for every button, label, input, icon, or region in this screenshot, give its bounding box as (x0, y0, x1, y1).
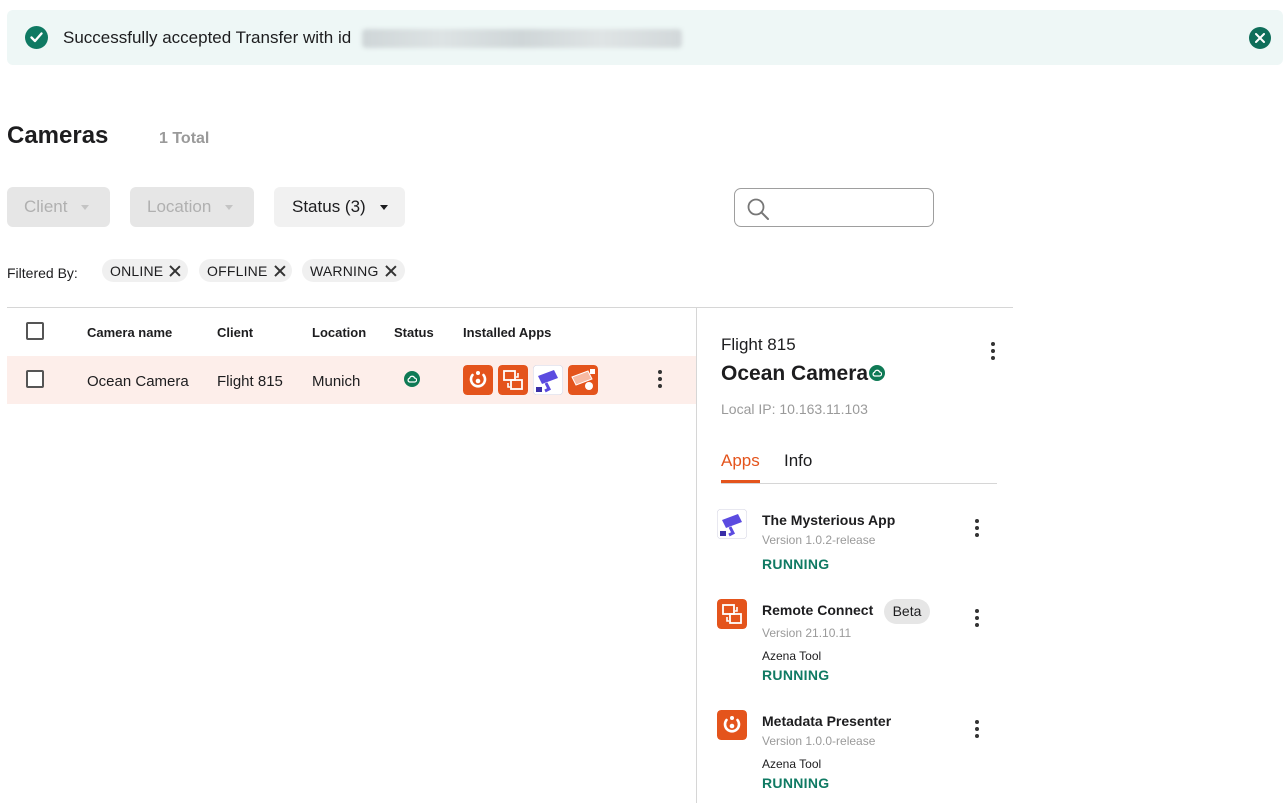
page-title: Cameras (7, 122, 109, 149)
app-status: RUNNING (762, 556, 830, 572)
tab-apps[interactable]: Apps (721, 451, 760, 471)
metadata-presenter-icon (463, 365, 493, 395)
remote-connect-icon (717, 599, 747, 629)
mysterious-app-icon (533, 365, 563, 395)
success-banner: Successfully accepted Transfer with id (7, 10, 1283, 65)
column-header-camera-name[interactable]: Camera name (87, 325, 172, 340)
remove-filter-icon[interactable] (274, 265, 286, 277)
filter-chip-label: WARNING (310, 262, 379, 279)
tab-info[interactable]: Info (784, 451, 812, 471)
remove-filter-icon[interactable] (385, 265, 397, 277)
filter-chip-online: ONLINE (102, 259, 188, 282)
app-tool-label: Azena Tool (762, 757, 822, 771)
panel-divider (696, 308, 697, 803)
camera-name-cell: Ocean Camera (87, 373, 189, 390)
active-tab-indicator (721, 480, 760, 483)
app-status: RUNNING (762, 775, 830, 791)
filter-chip-warning: WARNING (302, 259, 405, 282)
client-filter-label: Client (24, 197, 68, 216)
remote-connect-icon (498, 365, 528, 395)
chevron-down-icon (81, 204, 90, 210)
filter-chip-offline: OFFLINE (199, 259, 292, 282)
detail-client: Flight 815 (721, 335, 796, 354)
total-count: 1 Total (159, 130, 210, 147)
metadata-presenter-icon (717, 710, 747, 740)
app-name: The Mysterious App (762, 512, 896, 528)
client-filter-dropdown[interactable]: Client (7, 187, 110, 227)
camera-app-icon (568, 365, 598, 395)
filter-chip-label: OFFLINE (207, 262, 268, 279)
app-tool-label: Azena Tool (762, 649, 822, 663)
local-ip: Local IP: 10.163.11.103 (721, 401, 868, 417)
app-version: Version 21.10.11 (762, 626, 852, 640)
app-version: Version 1.0.0-release (762, 734, 876, 748)
status-filter-label: Status (3) (292, 197, 366, 216)
app-menu-kebab-icon[interactable] (974, 609, 980, 630)
app-status: RUNNING (762, 667, 830, 683)
location-cell: Munich (312, 373, 361, 390)
online-cloud-icon (869, 365, 885, 381)
beta-badge: Beta (884, 599, 930, 624)
filter-chip-label: ONLINE (110, 262, 164, 279)
remove-filter-icon[interactable] (169, 265, 181, 277)
online-cloud-icon (404, 371, 420, 387)
filtered-by-label: Filtered By: (7, 265, 78, 281)
location-filter-dropdown[interactable]: Location (130, 187, 254, 227)
close-banner-icon[interactable] (1249, 27, 1271, 49)
search-input[interactable] (734, 188, 934, 227)
app-name: Metadata Presenter (762, 713, 892, 729)
banner-message: Successfully accepted Transfer with id (63, 28, 352, 47)
column-header-status[interactable]: Status (394, 325, 434, 340)
status-filter-dropdown[interactable]: Status (3) (274, 187, 405, 227)
app-menu-kebab-icon[interactable] (974, 720, 980, 741)
search-icon (747, 198, 769, 220)
location-filter-label: Location (147, 197, 212, 216)
redacted-transfer-id (362, 29, 682, 48)
column-header-client[interactable]: Client (217, 325, 253, 340)
app-menu-kebab-icon[interactable] (974, 519, 980, 540)
divider (7, 307, 1013, 308)
column-header-location[interactable]: Location (312, 325, 366, 340)
app-name: Remote Connect (762, 602, 874, 618)
tab-divider (721, 483, 997, 484)
row-checkbox[interactable] (26, 370, 44, 388)
detail-menu-kebab-icon[interactable] (990, 342, 996, 363)
row-menu-kebab-icon[interactable] (657, 370, 663, 391)
chevron-down-icon (379, 204, 388, 210)
mysterious-app-icon (717, 509, 747, 539)
client-cell: Flight 815 (217, 373, 283, 390)
chevron-down-icon (225, 204, 234, 210)
column-header-installed-apps[interactable]: Installed Apps (463, 325, 551, 340)
app-version: Version 1.0.2-release (762, 533, 876, 547)
detail-camera-name: Ocean Camera (721, 362, 869, 385)
select-all-checkbox[interactable] (26, 322, 44, 340)
check-circle-icon (25, 26, 48, 49)
